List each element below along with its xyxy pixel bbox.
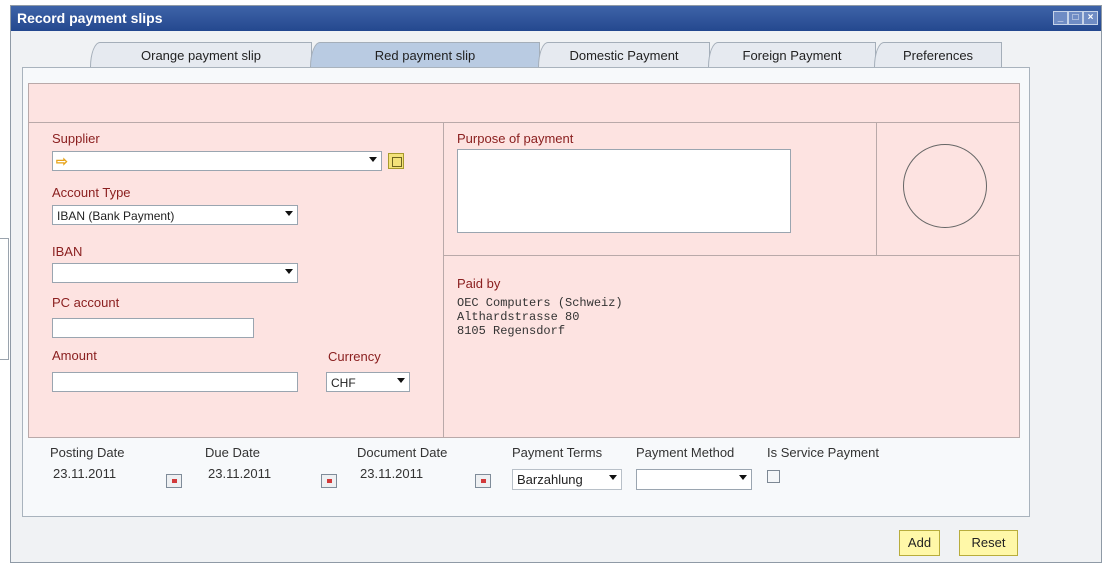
close-button[interactable]: ×: [1083, 11, 1098, 25]
arrow-right-icon: ⇨: [56, 153, 68, 169]
service-payment-label: Is Service Payment: [767, 445, 879, 460]
paid-by-line-2: Althardstrasse 80: [457, 310, 580, 324]
due-date-label: Due Date: [205, 445, 260, 460]
supplier-label: Supplier: [52, 131, 100, 146]
document-date-value[interactable]: 23.11.2011: [360, 466, 423, 481]
calendar-icon[interactable]: [166, 474, 182, 488]
tab-orange-payment-slip[interactable]: Orange payment slip: [90, 42, 312, 68]
chevron-down-icon: [285, 211, 293, 216]
chevron-down-icon: [285, 269, 293, 274]
lookup-icon[interactable]: [388, 153, 404, 169]
payment-method-label: Payment Method: [636, 445, 735, 460]
purpose-textarea[interactable]: [457, 149, 791, 233]
supplier-field[interactable]: ⇨: [52, 151, 382, 171]
minimize-button[interactable]: _: [1053, 11, 1068, 25]
account-type-select[interactable]: IBAN (Bank Payment): [52, 205, 298, 225]
chevron-down-icon: [397, 378, 405, 383]
service-payment-checkbox[interactable]: [767, 470, 780, 483]
posting-date-label: Posting Date: [50, 445, 125, 460]
amount-label: Amount: [52, 348, 97, 363]
tab-foreign-payment[interactable]: Foreign Payment: [708, 42, 876, 68]
pc-account-input[interactable]: [52, 318, 254, 338]
account-type-label: Account Type: [52, 185, 131, 200]
paid-by-line-1: OEC Computers (Schweiz): [457, 296, 623, 310]
slip-header-area: [28, 83, 1020, 122]
tab-domestic-payment[interactable]: Domestic Payment: [538, 42, 710, 68]
document-date-label: Document Date: [357, 445, 448, 460]
paid-by-section: [443, 255, 1020, 438]
iban-label: IBAN: [52, 244, 83, 259]
currency-label: Currency: [328, 349, 381, 364]
calendar-icon[interactable]: [321, 474, 337, 488]
title-bar: Record payment slips _ □ ×: [11, 6, 1101, 31]
amount-input[interactable]: [52, 372, 298, 392]
background-window-edge: [0, 238, 9, 360]
chevron-down-icon: [739, 475, 747, 480]
add-button[interactable]: Add: [899, 530, 940, 556]
pc-account-label: PC account: [52, 295, 120, 310]
chevron-down-icon[interactable]: [369, 157, 377, 162]
tab-red-payment-slip[interactable]: Red payment slip: [310, 42, 540, 68]
due-date-value[interactable]: 23.11.2011: [208, 466, 271, 481]
posting-date-value[interactable]: 23.11.2011: [53, 466, 116, 481]
purpose-label: Purpose of payment: [457, 131, 574, 146]
reset-button[interactable]: Reset: [959, 530, 1018, 556]
paid-by-line-3: 8105 Regensdorf: [457, 324, 566, 338]
iban-select[interactable]: [52, 263, 298, 283]
calendar-icon[interactable]: [475, 474, 491, 488]
payment-terms-select[interactable]: Barzahlung: [512, 469, 622, 490]
payment-terms-label: Payment Terms: [512, 445, 603, 460]
stamp-circle: [903, 144, 987, 228]
currency-select[interactable]: CHF: [326, 372, 410, 392]
maximize-button[interactable]: □: [1068, 11, 1083, 25]
window-title: Record payment slips: [17, 10, 163, 26]
paid-by-label: Paid by: [457, 276, 501, 291]
tab-preferences[interactable]: Preferences: [874, 42, 1002, 68]
payment-method-select[interactable]: [636, 469, 752, 490]
chevron-down-icon: [609, 475, 617, 480]
